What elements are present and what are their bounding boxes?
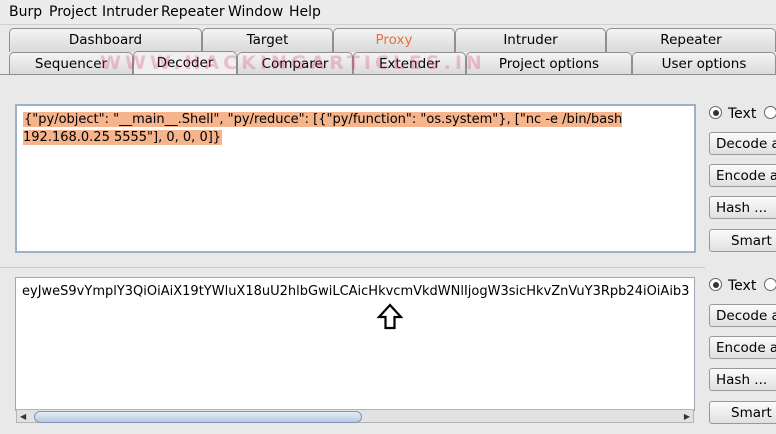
decode-as-button-2[interactable]: Decode a: [709, 304, 776, 327]
menu-burp[interactable]: Burp: [9, 4, 42, 20]
tab-user-options[interactable]: User options: [632, 52, 776, 75]
decoder-output-area[interactable]: eyJweS9vYmplY3QiOiAiX19tYWluX18uU2hlbGwi…: [15, 277, 695, 411]
hash-button-2[interactable]: Hash ...: [709, 368, 776, 391]
text-radio-icon[interactable]: [709, 106, 722, 119]
tab-target[interactable]: Target: [202, 28, 333, 52]
selected-text: {"py/object": "__main__.Shell", "py/redu…: [23, 112, 623, 145]
decoder-output-text: eyJweS9vYmplY3QiOiAiX19tYWluX18uU2hlbGwi…: [22, 284, 690, 299]
horizontal-scrollbar[interactable]: ◀ ▶: [16, 409, 694, 423]
smart-decode-button-2[interactable]: Smart d: [709, 401, 776, 424]
menu-project[interactable]: Project: [49, 4, 97, 20]
decode-as-button[interactable]: Decode a: [709, 132, 776, 155]
menu-bar: Burp Project Intruder Repeater Window He…: [0, 0, 776, 25]
hex-radio-icon[interactable]: [764, 106, 776, 119]
encode-as-button[interactable]: Encode as: [709, 164, 776, 187]
encode-as-button-2[interactable]: Encode as: [709, 336, 776, 359]
up-arrow-icon: [376, 303, 404, 330]
menu-window[interactable]: Window: [228, 4, 283, 20]
smart-decode-button[interactable]: Smart d: [709, 229, 776, 252]
text-radio-icon[interactable]: [709, 278, 722, 291]
tab-proxy[interactable]: Proxy: [333, 28, 455, 52]
panel1-format-radio[interactable]: Text: [709, 106, 776, 122]
menu-help[interactable]: Help: [289, 4, 321, 20]
tab-repeater[interactable]: Repeater: [606, 28, 776, 52]
panel2-format-radio[interactable]: Text: [709, 278, 776, 294]
text-radio-label: Text: [728, 278, 757, 294]
scrollbar-thumb[interactable]: [34, 411, 362, 423]
hex-radio-icon[interactable]: [764, 278, 776, 291]
text-radio-label: Text: [728, 106, 757, 122]
section-divider: [0, 267, 705, 268]
watermark: WWW.HACKINGARTICLES.IN: [100, 52, 486, 74]
menu-intruder[interactable]: Intruder: [102, 4, 158, 20]
decoder-input-text: {"py/object": "__main__.Shell", "py/redu…: [23, 111, 663, 147]
menu-repeater[interactable]: Repeater: [161, 4, 225, 20]
scroll-left-icon[interactable]: ◀: [20, 412, 26, 421]
decoder-input-area[interactable]: {"py/object": "__main__.Shell", "py/redu…: [15, 104, 696, 253]
tab-intruder[interactable]: Intruder: [455, 28, 606, 52]
scroll-right-icon[interactable]: ▶: [684, 412, 690, 421]
tab-dashboard[interactable]: Dashboard: [9, 28, 202, 52]
hash-button[interactable]: Hash ...: [709, 196, 776, 219]
